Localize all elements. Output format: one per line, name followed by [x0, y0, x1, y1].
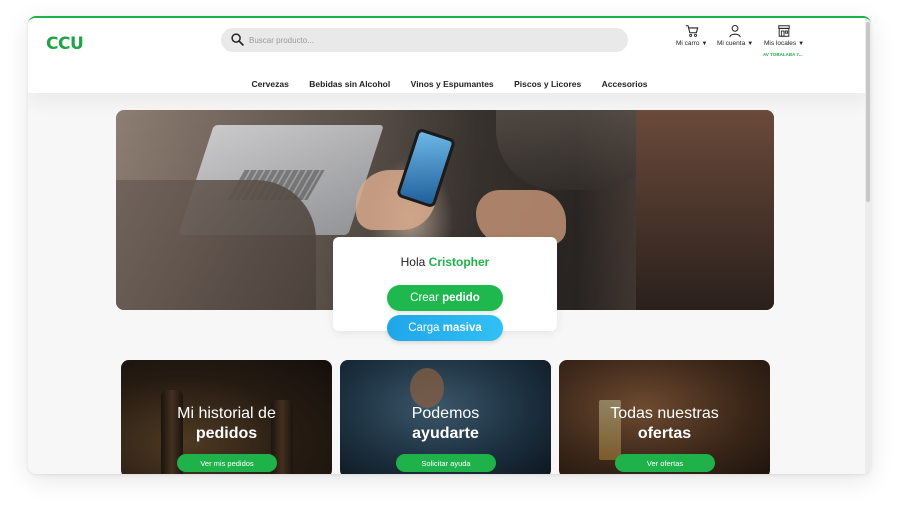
category-nav: Cervezas Bebidas sin Alcohol Vinos y Esp…	[28, 74, 871, 89]
help-card: Podemos ayudarte Solicitar ayuda	[340, 360, 551, 474]
bulk-upload-button[interactable]: Carga masiva	[387, 315, 503, 341]
offers-card: Todas nuestras ofertas Ver ofertas	[559, 360, 770, 474]
card-title: Podemos	[411, 405, 480, 422]
nav-item-vinos-espumantes[interactable]: Vinos y Espumantes	[411, 79, 494, 89]
chevron-down-icon: ▼	[701, 41, 708, 47]
stores-menu[interactable]: Mis locales ▼	[764, 24, 804, 47]
nav-item-accesorios[interactable]: Accesorios	[602, 79, 648, 89]
nav-item-piscos-licores[interactable]: Piscos y Licores	[514, 79, 581, 89]
card-title: Mi historial de	[177, 405, 276, 422]
search-icon	[231, 33, 244, 46]
nav-item-bebidas-sin-alcohol[interactable]: Bebidas sin Alcohol	[309, 79, 390, 89]
account-menu[interactable]: Mi cuenta ▼	[717, 24, 753, 47]
chevron-down-icon: ▼	[798, 41, 805, 47]
stores-label: Mis locales	[764, 40, 797, 47]
greeting-text: Hola Cristopher	[400, 255, 490, 269]
card-title-bold: pedidos	[195, 425, 258, 442]
account-label: Mi cuenta	[717, 40, 746, 47]
search-input[interactable]	[249, 31, 609, 49]
user-name: Cristopher	[428, 255, 490, 269]
order-history-card: Mi historial de pedidos Ver mis pedidos	[121, 360, 332, 474]
card-title: Todas nuestras	[610, 405, 719, 422]
nav-item-cervezas[interactable]: Cervezas	[252, 79, 289, 89]
browser-window: CCU Mi carro▼ Mi cuenta▼	[28, 16, 871, 474]
ccu-logo[interactable]: CCU	[46, 34, 84, 54]
chevron-down-icon: ▼	[747, 41, 754, 47]
greeting-card: Hola Cristopher Crear pedido Carga masiv…	[333, 237, 557, 341]
create-order-button[interactable]: Crear pedido	[387, 285, 503, 311]
scrollbar[interactable]	[865, 18, 871, 474]
scrollbar-thumb[interactable]	[866, 22, 870, 202]
request-help-button[interactable]: Solicitar ayuda	[396, 454, 496, 472]
site-header: CCU Mi carro▼ Mi cuenta▼	[28, 18, 871, 93]
card-title-bold: ayudarte	[412, 425, 479, 442]
store-icon	[778, 25, 790, 37]
cart-icon	[685, 25, 699, 37]
selected-store[interactable]: AV TOBALABA 7...	[763, 52, 803, 57]
card-title-bold: ofertas	[637, 425, 692, 442]
search-bar[interactable]	[221, 28, 628, 52]
view-offers-button[interactable]: Ver ofertas	[615, 454, 715, 472]
cart-menu[interactable]: Mi carro ▼	[676, 24, 707, 47]
cart-label: Mi carro	[676, 40, 700, 47]
view-orders-button[interactable]: Ver mis pedidos	[177, 454, 277, 472]
user-icon	[729, 24, 741, 38]
